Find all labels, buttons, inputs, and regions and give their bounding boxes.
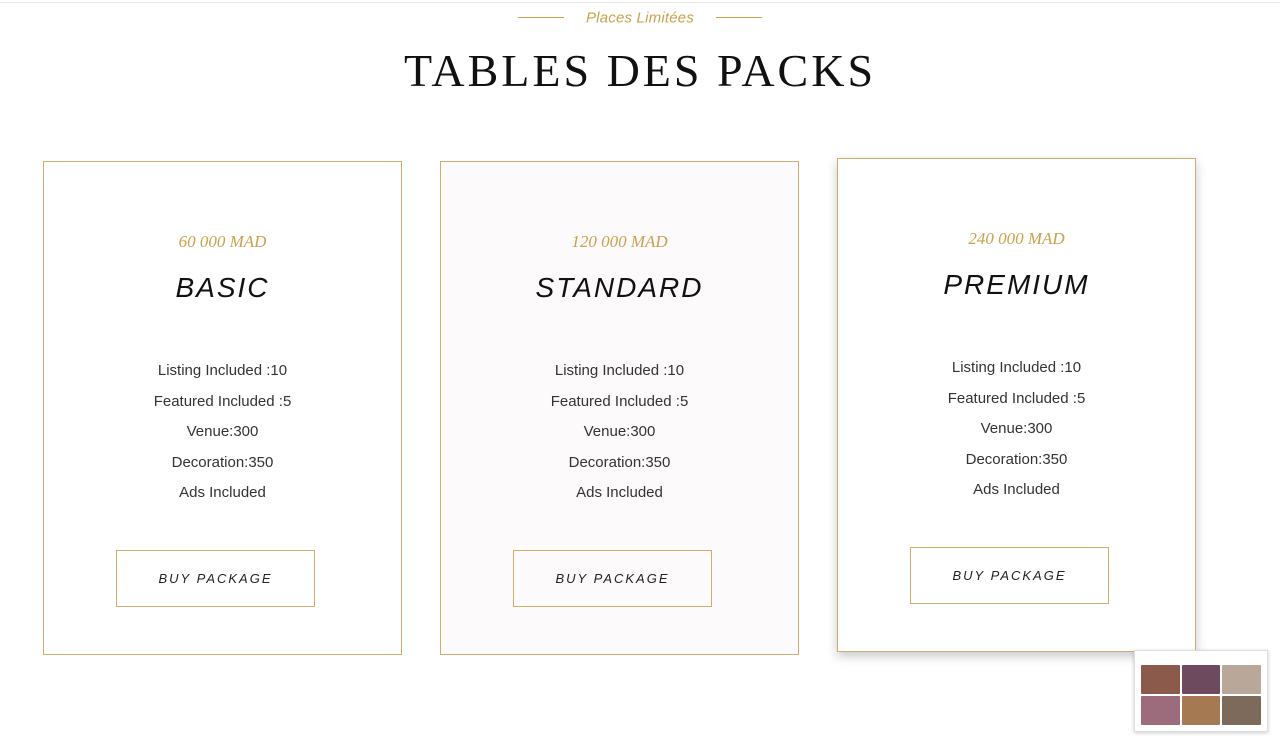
buy-package-button-premium[interactable]: BUY PACKAGE <box>910 547 1109 604</box>
section-eyebrow: Places Limitées <box>0 9 1280 27</box>
feature-item: Ads Included <box>179 484 266 502</box>
feature-item: Featured Included :5 <box>550 392 689 410</box>
thumbnail-image <box>1141 696 1180 725</box>
pack-card-standard: 120 000 MAD STANDARD Listing Included :1… <box>440 161 799 655</box>
feature-item: Ads Included <box>973 481 1060 499</box>
feature-item: Decoration:350 <box>568 453 671 471</box>
buy-package-button-standard[interactable]: BUY PACKAGE <box>513 550 712 607</box>
feature-item: Venue:300 <box>980 420 1053 438</box>
pack-features: Listing Included :10 Featured Included :… <box>838 357 1195 510</box>
pack-card-basic: 60 000 MAD BASIC Listing Included :10 Fe… <box>43 161 402 655</box>
feature-item: Ads Included <box>576 484 663 502</box>
feature-item: Listing Included :10 <box>951 359 1082 376</box>
top-divider <box>0 2 1280 3</box>
thumbnail-image <box>1181 696 1221 725</box>
feature-item: Listing Included :10 <box>554 362 685 379</box>
section-title: TABLES DES PACKS <box>403 45 877 96</box>
pack-name: BASIC <box>175 272 270 303</box>
feature-item: Featured Included :5 <box>153 392 292 410</box>
pack-name: STANDARD <box>535 272 704 303</box>
pack-features: Listing Included :10 Featured Included :… <box>441 360 798 513</box>
feature-item: Decoration:350 <box>965 450 1068 468</box>
feature-item: Venue:300 <box>583 423 656 441</box>
feature-item: Venue:300 <box>186 423 259 441</box>
thumbnail-image <box>1222 665 1261 694</box>
thumbnail-image-grid <box>1141 665 1261 725</box>
feature-item: Decoration:350 <box>171 453 274 471</box>
eyebrow-line-right <box>716 17 763 19</box>
pack-card-premium: 240 000 MAD PREMIUM Listing Included :10… <box>837 158 1196 652</box>
feature-item: Featured Included :5 <box>947 389 1086 407</box>
page-preview-thumbnail[interactable] <box>1134 650 1268 732</box>
thumbnail-image <box>1181 665 1221 694</box>
pack-price: 240 000 MAD <box>968 229 1065 248</box>
eyebrow-line-left <box>517 17 564 19</box>
thumbnail-image <box>1141 665 1180 694</box>
thumbnail-image <box>1222 696 1261 725</box>
eyebrow-text: Places Limitées <box>585 9 695 27</box>
feature-item: Listing Included :10 <box>157 362 288 379</box>
pack-price: 60 000 MAD <box>178 232 267 251</box>
pack-price: 120 000 MAD <box>571 232 668 251</box>
buy-package-button-basic[interactable]: BUY PACKAGE <box>116 550 315 607</box>
pack-features: Listing Included :10 Featured Included :… <box>44 360 401 513</box>
pack-name: PREMIUM <box>943 269 1090 300</box>
